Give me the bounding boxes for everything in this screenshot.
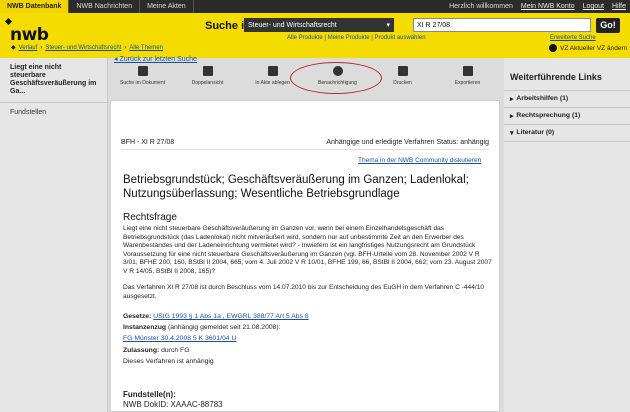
help-link[interactable]: Hilfe [612,3,626,10]
breadcrumb-arrow-icon: ◆ [11,45,16,51]
related-item-label: Literatur (0) [516,129,555,136]
tool-label: Drucken [393,80,412,86]
section-heading: Rechtsfrage [123,212,177,223]
tool-label: Exportieren [454,80,481,86]
zulassung-label: Zulassung: [123,347,160,354]
tab-nwb-datenbank[interactable]: NWB Datenbank [0,0,70,13]
breadcrumb-verlauf[interactable]: Verlauf [19,45,38,51]
top-right-links: Herzlich willkommen Mein NWB Konto Logou… [449,3,630,10]
related-links-heading: Weiterführende Links [510,72,602,82]
file-add-icon [267,66,278,76]
tool-label: Suche im Dokument [119,80,166,86]
vz-icon [549,44,557,52]
logo-mark-icon [4,17,13,26]
legal-question-text: Liegt eine nicht steuerbare Geschäftsver… [123,225,492,275]
related-arbeitshilfen[interactable]: ▸ Arbeitshilfen (1) [504,90,630,107]
zulassung-row: Zulassung: durch FG [123,347,190,354]
case-status: Anhängige und erledigte Verfahren Status… [326,139,489,146]
gesetze-label: Gesetze: [123,313,152,320]
header-bar: nwb Suche in Steuer- und Wirtschaftsrech… [0,13,630,58]
expand-arrow-icon: ▸ [510,96,514,103]
vz-selector[interactable]: VZ Aktueller VZ ändern [549,44,627,52]
breadcrumb: ◆ Verlauf › Steuer- und Wirtschaftsrecht… [11,44,163,52]
document-panel: BFH - XI R 27/08 Anhängige und erledigte… [110,100,500,412]
tool-label: In Akte ablegen [255,80,290,86]
search-scope-value: Steuer- und Wirtschaftsrecht [248,21,337,29]
sidebar-item-fundstellen[interactable]: Fundstellen [0,103,107,122]
breadcrumb-separator-icon: › [124,44,127,51]
tab-nwb-nachrichten[interactable]: NWB Nachrichten [69,0,141,13]
breadcrumb-separator-icon: › [40,44,43,51]
greeting-text: Herzlich willkommen [449,3,513,10]
go-button[interactable]: Go! [596,18,620,33]
document-meta: BFH - XI R 27/08 Anhängige und erledigte… [121,139,489,150]
expand-arrow-icon: ▸ [510,113,514,120]
chevron-down-icon: ▾ [386,22,390,29]
tool-search-in-document[interactable]: Suche im Dokument [110,62,175,98]
search-input[interactable] [413,18,591,32]
tab-meine-akten[interactable]: Meine Akten [140,0,194,13]
court-reference: BFH - XI R 27/08 [121,139,175,146]
print-icon [397,66,408,76]
right-sidebar: Weiterführende Links ▸ Arbeitshilfen (1)… [504,58,630,412]
fundstelle-value: NWB DokID: XAAAC-88783 [123,400,223,409]
document-headline: Betriebsgrundstück; Geschäftsveräußerung… [123,174,469,200]
left-sidebar: Liegt eine nicht steuerbare Geschäftsver… [0,58,108,412]
zulassung-value: durch FG [161,347,190,354]
tool-label: Doppelansicht [191,80,224,86]
instanz-link[interactable]: FG Münster 30.4.2008 5 K 3601/04 U [123,335,236,342]
related-literatur[interactable]: ▾ Literatur (0) [504,124,630,142]
nwb-logo[interactable]: nwb [10,25,49,45]
search-scope-select[interactable]: Steuer- und Wirtschaftsrecht ▾ [244,18,394,32]
community-link[interactable]: Thema in der NWB Community diskutieren [358,157,481,164]
gesetze-link[interactable]: UStG 1993 § 1 Abs 1a , EWGRL 388/77 Art … [153,313,308,320]
top-navigation-bar: NWB Datenbank NWB Nachrichten Meine Akte… [0,0,630,13]
breadcrumb-alle-themen[interactable]: Alle Themen [129,45,163,51]
gesetze-row: Gesetze: UStG 1993 § 1 Abs 1a , EWGRL 38… [123,313,309,320]
split-view-icon [202,66,213,76]
suspension-note: Das Verfahren XI R 27/08 ist durch Besch… [123,284,485,300]
search-doc-icon [137,66,148,76]
instanz-row: Instanzenzug (anhängig gemeldet seit 21.… [123,324,281,331]
export-icon [462,66,473,76]
sidebar-document-title[interactable]: Liegt eine nicht steuerbare Geschäftsver… [0,58,107,103]
instanz-label: Instanzenzug [123,324,167,331]
breadcrumb-steuerrecht[interactable]: Steuer- und Wirtschaftsrecht [45,45,121,51]
related-item-label: Rechtsprechung (1) [516,112,581,119]
logout-link[interactable]: Logout [583,3,604,10]
vz-label: VZ Aktueller VZ ändern [560,44,628,52]
product-links[interactable]: Alle Produkte | Meine Produkte | Produkt… [287,35,426,41]
tool-split-view[interactable]: Doppelansicht [175,62,240,98]
advanced-search-link[interactable]: Erweiterte Suche [550,35,596,41]
instanz-note: (anhängig gemeldet seit 21.08.2008): [167,324,281,331]
related-item-label: Arbeitshilfen (1) [516,95,569,102]
tool-export[interactable]: Exportieren [435,62,500,98]
instanz-link-row: FG Münster 30.4.2008 5 K 3601/04 U [123,335,236,342]
verfahren-status-row: Dieses Verfahren ist anhängig [123,358,214,365]
expand-arrow-icon: ▾ [510,130,514,137]
mein-konto-link[interactable]: Mein NWB Konto [521,3,575,10]
fundstelle-label: Fundstelle(n): [123,390,176,399]
related-rechtsprechung[interactable]: ▸ Rechtsprechung (1) [504,107,630,124]
highlight-ellipse [290,62,382,94]
